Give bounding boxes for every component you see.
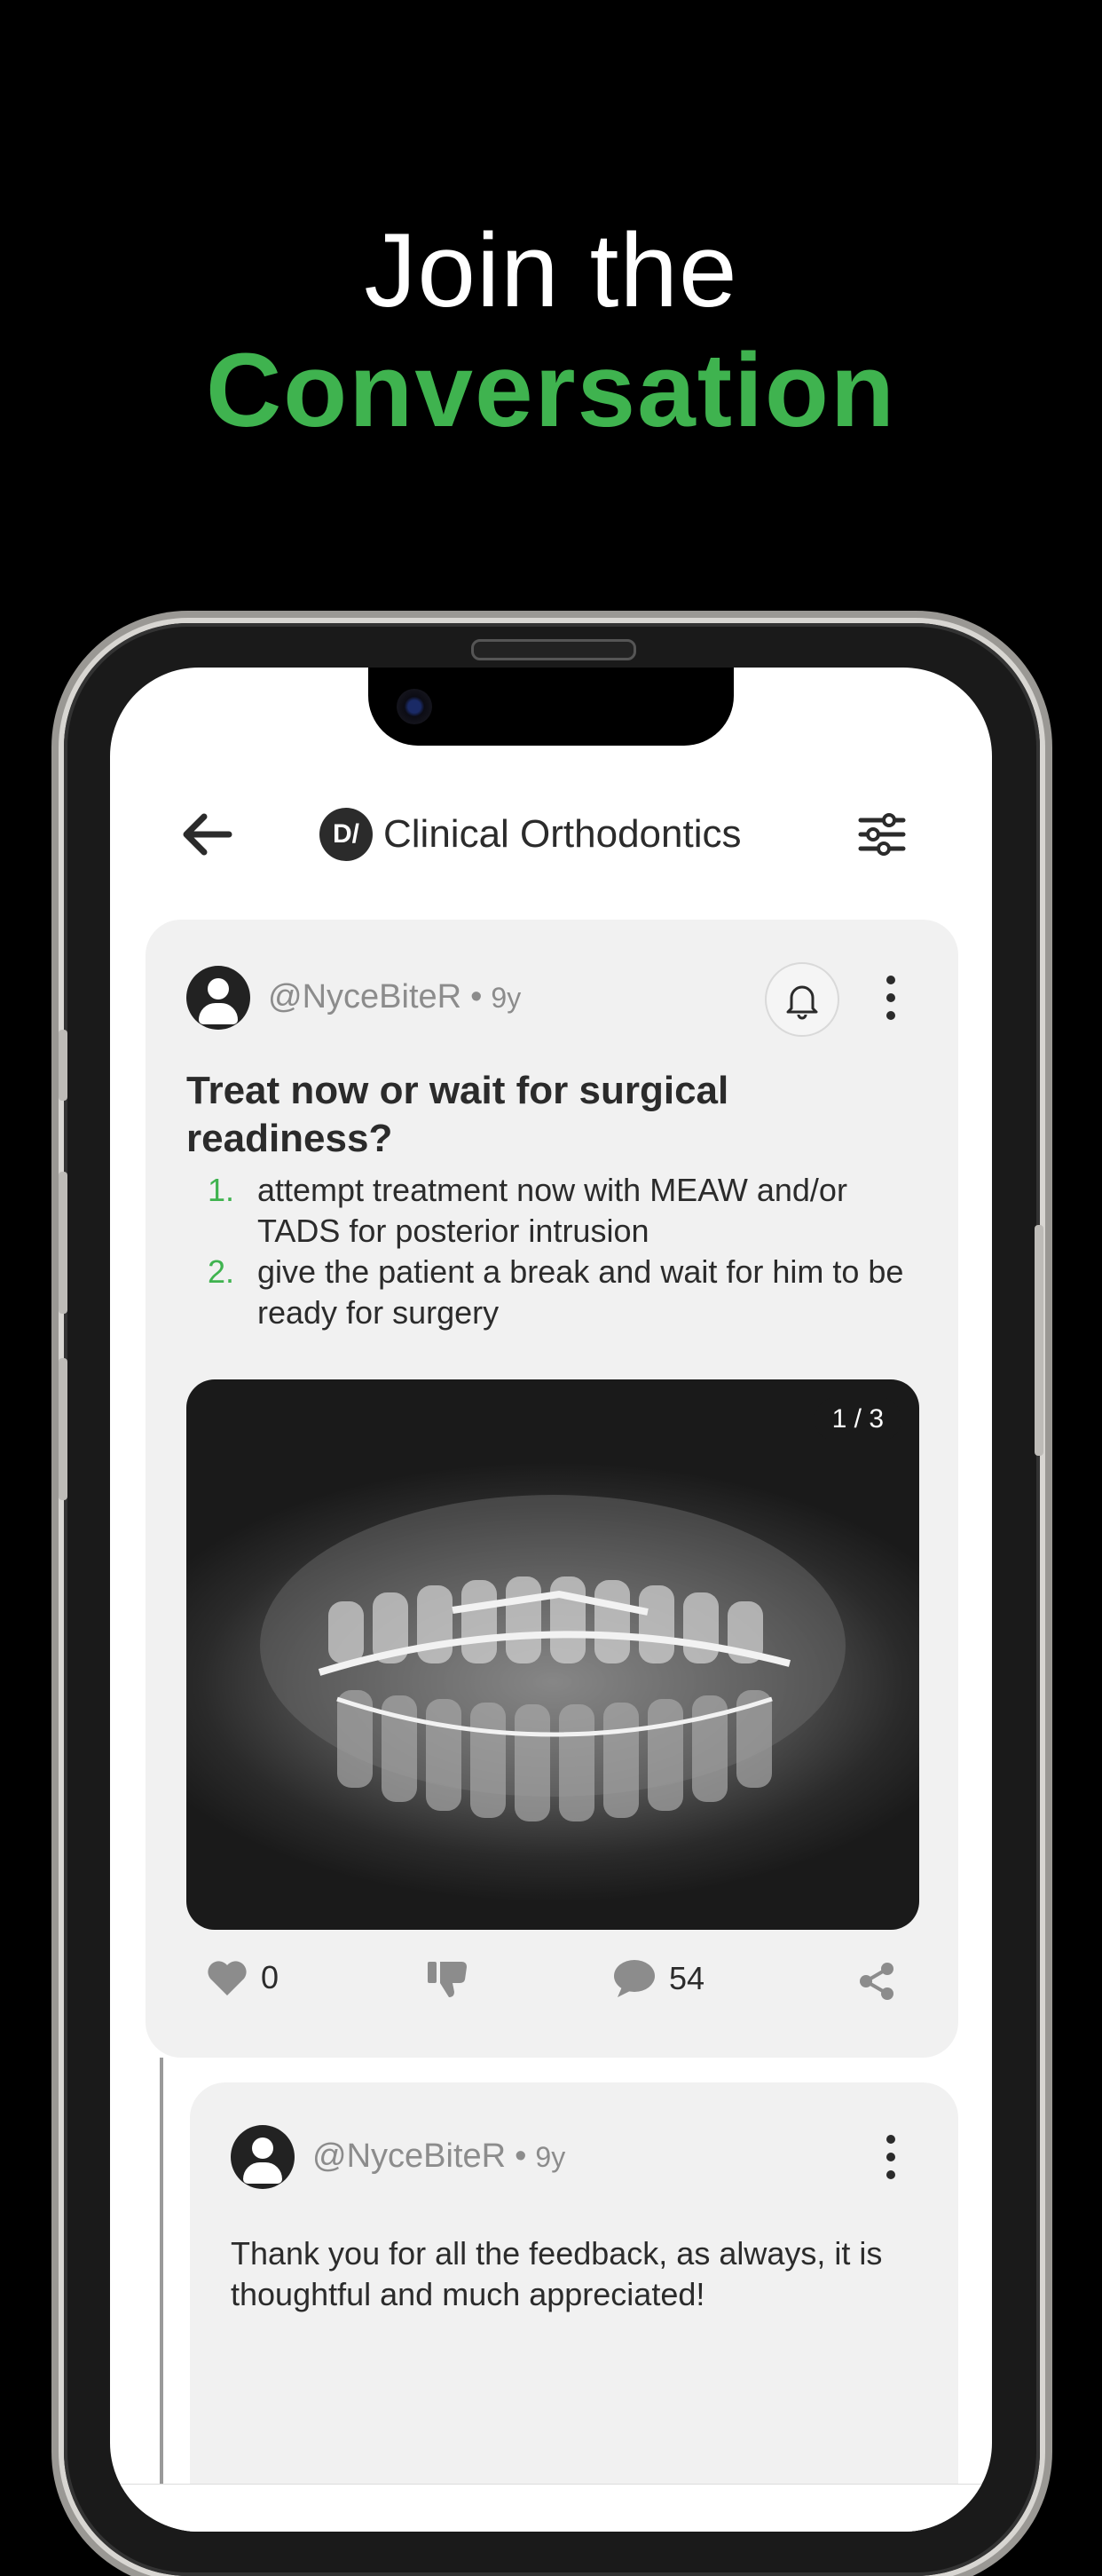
list-item: 2. give the patient a break and wait for…: [186, 1252, 914, 1333]
list-text: give the patient a break and wait for hi…: [257, 1253, 904, 1331]
more-options-icon[interactable]: [882, 2134, 900, 2180]
phone-volume-up: [59, 1172, 67, 1314]
avatar[interactable]: [186, 966, 250, 1030]
dental-xray-image: [260, 1495, 846, 1821]
comment-count: 54: [669, 1960, 705, 1996]
list-number: 2.: [208, 1253, 235, 1290]
community-title[interactable]: D/ Clinical Orthodontics: [319, 806, 742, 863]
comments-button[interactable]: 54: [612, 1958, 704, 1999]
like-button[interactable]: 0: [206, 1958, 279, 1997]
reply-text: Thank you for all the feedback, as alway…: [231, 2235, 883, 2312]
post-card[interactable]: @NyceBiteR • 9y Treat now or wait for surg…: [146, 920, 958, 2058]
community-name: Clinical Orthodontics: [383, 812, 742, 856]
back-arrow-icon[interactable]: [179, 811, 232, 857]
phone-power-button: [1035, 1225, 1043, 1456]
post-age: 9y: [491, 982, 522, 1014]
phone-screen: D/ Clinical Orthodontics @NyceBiteR•9y: [110, 668, 992, 2532]
marketing-headline: Join the Conversation: [0, 213, 1102, 453]
bell-icon: [786, 985, 818, 1020]
post-actions: 0 54: [146, 1949, 958, 2011]
post-author-meta: @NyceBiteR • 9y: [268, 978, 521, 1016]
thread-line: [160, 2058, 163, 2532]
reply-author-meta: @NyceBiteR • 9y: [312, 2137, 565, 2176]
headline-line-1: Join the: [364, 212, 738, 329]
thumbs-down-icon: [428, 1962, 467, 1997]
list-item: 1. attempt treatment now with MEAW and/o…: [186, 1170, 914, 1252]
app-header: D/ Clinical Orthodontics: [110, 799, 992, 870]
post-image-carousel[interactable]: 1 / 3: [186, 1379, 919, 1930]
headline-line-2: Conversation: [205, 332, 897, 449]
list-number: 1.: [208, 1172, 235, 1208]
reply-card[interactable]: @NyceBiteR • 9y Thank you for all the feed…: [190, 2082, 958, 2532]
community-logo: D/: [319, 808, 373, 861]
phone-side-button: [59, 1030, 67, 1101]
avatar[interactable]: [231, 2125, 295, 2189]
post-author[interactable]: @NyceBiteR: [268, 978, 461, 1015]
post-options-list: 1. attempt treatment now with MEAW and/o…: [186, 1170, 914, 1333]
notify-bell-button[interactable]: [765, 962, 839, 1037]
more-options-icon[interactable]: [882, 975, 900, 1021]
phone-volume-down: [59, 1358, 67, 1500]
dislike-button[interactable]: [426, 1958, 483, 1999]
reply-author[interactable]: @NyceBiteR: [312, 2137, 506, 2175]
bottom-bar: [110, 2484, 992, 2532]
phone-speaker: [471, 639, 636, 660]
list-text: attempt treatment now with MEAW and/or T…: [257, 1172, 847, 1249]
filter-sliders-icon[interactable]: [857, 811, 907, 857]
heart-icon: [208, 1961, 247, 1995]
phone-notch: [368, 668, 734, 746]
meta-separator: •: [515, 2137, 527, 2175]
reply-age: 9y: [535, 2141, 566, 2173]
post-title[interactable]: Treat now or wait for surgical readiness…: [186, 1067, 896, 1163]
image-counter: 1 / 3: [814, 1397, 901, 1442]
comment-bubble-icon: [614, 1960, 655, 1997]
meta-separator: •: [470, 978, 483, 1015]
camera-icon: [397, 689, 432, 724]
like-count: 0: [261, 1959, 279, 1995]
share-icon[interactable]: [857, 1962, 896, 2001]
